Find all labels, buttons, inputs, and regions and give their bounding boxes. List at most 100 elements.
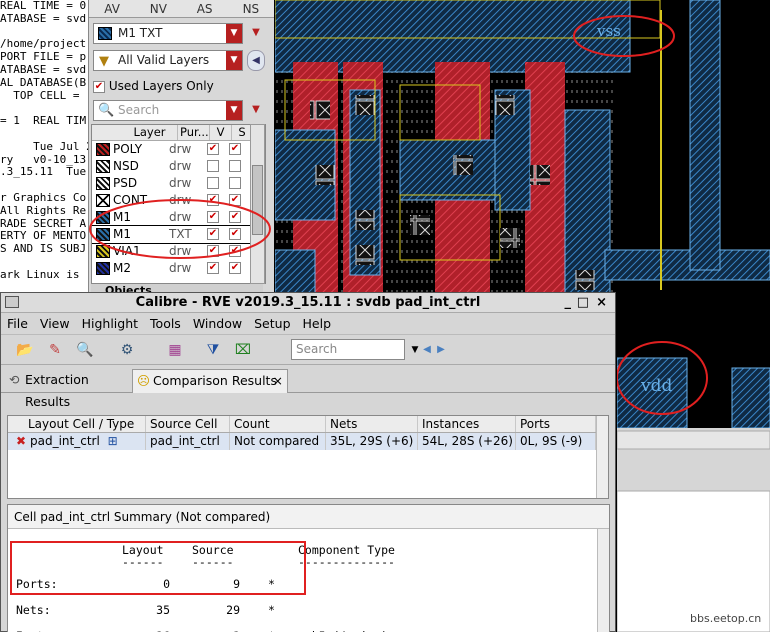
col-visible[interactable]: V	[210, 125, 232, 140]
menu-view[interactable]: View	[40, 313, 70, 334]
cell-hierarchy-icon: ⊞	[107, 434, 118, 448]
col-layout-cell[interactable]: Layout Cell / Type	[8, 416, 146, 432]
layer-table-header: Layer Pur... V S	[92, 125, 265, 141]
cell-nets: 35L, 29S (+6)	[326, 433, 418, 450]
layer-row[interactable]: PSD drw	[92, 175, 265, 192]
back-arrow-icon[interactable]: ◀	[247, 50, 265, 71]
summary-scrollbar[interactable]	[597, 529, 609, 632]
window-title: Calibre - RVE v2019.3_15.11 : svdb pad_i…	[135, 295, 481, 310]
cell-table-scrollbar[interactable]	[596, 416, 608, 498]
tab-extraction-label: Extraction Results	[25, 372, 89, 409]
close-tab-icon[interactable]: ×	[273, 370, 283, 392]
terminal-line: TOP CELL =	[0, 88, 80, 102]
filter-icon: ▼	[99, 54, 109, 69]
terminal-output: REAL TIME = 0 ATABASE = svd/home/project P…	[0, 0, 92, 296]
layer-menu-arrow-icon[interactable]: ▼	[247, 23, 265, 44]
filter-icon[interactable]: ⧩	[203, 340, 223, 360]
visible-checkbox[interactable]	[207, 177, 219, 189]
layer-filter-select[interactable]: ▼ All Valid Layers ▼	[93, 50, 243, 71]
open-folder-icon[interactable]: 📂	[15, 340, 35, 360]
tab-comparison-results[interactable]: ☹ Comparison Results ×	[132, 369, 288, 393]
col-nets[interactable]: Nets	[326, 416, 418, 432]
ports-highlight-box	[10, 541, 306, 595]
visible-checkbox[interactable]: ✔	[207, 262, 219, 274]
chevron-down-icon[interactable]: ▼	[226, 51, 242, 70]
menu-tools[interactable]: Tools	[150, 313, 181, 334]
table-row[interactable]: ✖ pad_int_ctrl ⊞ pad_int_ctrl Not compar…	[8, 433, 608, 450]
visible-checkbox[interactable]	[207, 160, 219, 172]
layout-geometry	[275, 0, 770, 296]
selectable-checkbox[interactable]	[229, 160, 241, 172]
used-layers-only-label: Used Layers Only	[108, 79, 214, 93]
settings-gear-icon[interactable]: ⚙	[117, 340, 137, 360]
terminal-line: r Graphics Co	[0, 190, 87, 204]
col-layer[interactable]: Layer	[122, 125, 178, 140]
tab-nv[interactable]: NV	[135, 0, 181, 17]
minimize-icon[interactable]: _	[565, 293, 572, 313]
layer-name: NSD	[113, 159, 139, 173]
visible-checkbox[interactable]: ✔	[207, 143, 219, 155]
summary-row-layout: 35	[156, 603, 170, 617]
col-ports[interactable]: Ports	[516, 416, 596, 432]
current-layer-select[interactable]: M1 TXT ▼	[93, 23, 243, 44]
maximize-icon[interactable]: □	[577, 293, 589, 313]
cell-summary-panel: Cell pad_int_ctrl Summary (Not compared)…	[7, 504, 610, 632]
watermark: bbs.eetop.cn	[690, 612, 762, 625]
selectable-checkbox[interactable]: ✔	[229, 143, 241, 155]
layer-purpose: drw	[169, 159, 192, 173]
tab-av[interactable]: AV	[89, 0, 135, 17]
search-menu-arrow-icon[interactable]: ▼	[247, 100, 265, 121]
search-next-icon[interactable]: ▶	[431, 340, 451, 360]
col-selectable[interactable]: S	[232, 125, 252, 140]
chevron-down-icon[interactable]: ▼	[226, 24, 242, 43]
cell-instances: 54L, 28S (+26)	[418, 433, 516, 450]
menu-file[interactable]: File	[7, 313, 28, 334]
window-titlebar[interactable]: Calibre - RVE v2019.3_15.11 : svdb pad_i…	[1, 293, 615, 313]
menu-setup[interactable]: Setup	[254, 313, 290, 334]
cell-source-name: pad_int_ctrl	[146, 433, 230, 450]
terminal-line: ark Linux is	[0, 267, 80, 281]
tab-extraction-results[interactable]: ⟲ Extraction Results	[5, 369, 131, 409]
menu-help[interactable]: Help	[303, 313, 332, 334]
cell-ports: 0L, 9S (-9)	[516, 433, 596, 450]
col-source-cell[interactable]: Source Cell	[146, 416, 230, 432]
layer-search-input[interactable]: 🔍 Search ▼	[93, 100, 243, 121]
selectable-checkbox[interactable]: ✔	[229, 262, 241, 274]
search-input[interactable]: Search	[291, 339, 405, 360]
window-menu-icon[interactable]	[5, 296, 19, 308]
layer-swatch-icon	[96, 160, 110, 173]
clear-highlight-icon[interactable]: ⌧	[233, 340, 253, 360]
cell-count: Not compared	[230, 433, 326, 450]
mismatch-x-icon: ✖	[16, 434, 27, 448]
layout-canvas-lower[interactable]: vdd bbs.eetop.cn	[616, 296, 770, 632]
layer-row[interactable]: M2 drw ✔ ✔	[92, 260, 265, 277]
current-layer-value: M1 TXT	[118, 26, 163, 40]
col-count[interactable]: Count	[230, 416, 326, 432]
menu-highlight[interactable]: Highlight	[82, 313, 138, 334]
layer-name: PSD	[113, 176, 138, 190]
cell-results-table: Layout Cell / Type Source Cell Count Net…	[7, 415, 609, 499]
col-instances[interactable]: Instances	[418, 416, 516, 432]
layer-row[interactable]: POLY drw ✔ ✔	[92, 141, 265, 158]
summary-title: Cell pad_int_ctrl Summary (Not compared)	[8, 505, 609, 529]
layer-purpose: drw	[169, 142, 192, 156]
menubar: File View Highlight Tools Window Setup H…	[1, 313, 615, 335]
layer-row[interactable]: NSD drw	[92, 158, 265, 175]
layer-purpose: drw	[169, 176, 192, 190]
highlight-pen-icon[interactable]: ✎	[45, 340, 65, 360]
close-icon[interactable]: ×	[596, 293, 607, 313]
selectable-checkbox[interactable]	[229, 177, 241, 189]
vdd-label: vdd	[641, 376, 673, 396]
color-palette-icon[interactable]: ▦	[165, 340, 185, 360]
tab-as[interactable]: AS	[182, 0, 228, 17]
chevron-down-icon[interactable]: ▼	[226, 101, 242, 120]
layout-canvas[interactable]: vss	[275, 0, 770, 296]
summary-row-source: 29	[226, 603, 240, 617]
zoom-icon[interactable]: 🔍	[75, 340, 95, 360]
tab-ns[interactable]: NS	[228, 0, 274, 17]
used-layers-only-checkbox[interactable]: ✔ Used Layers Only	[93, 77, 214, 95]
col-purpose[interactable]: Pur...	[178, 125, 210, 140]
terminal-line: ATABASE = svd	[0, 62, 87, 76]
menu-window[interactable]: Window	[193, 313, 242, 334]
